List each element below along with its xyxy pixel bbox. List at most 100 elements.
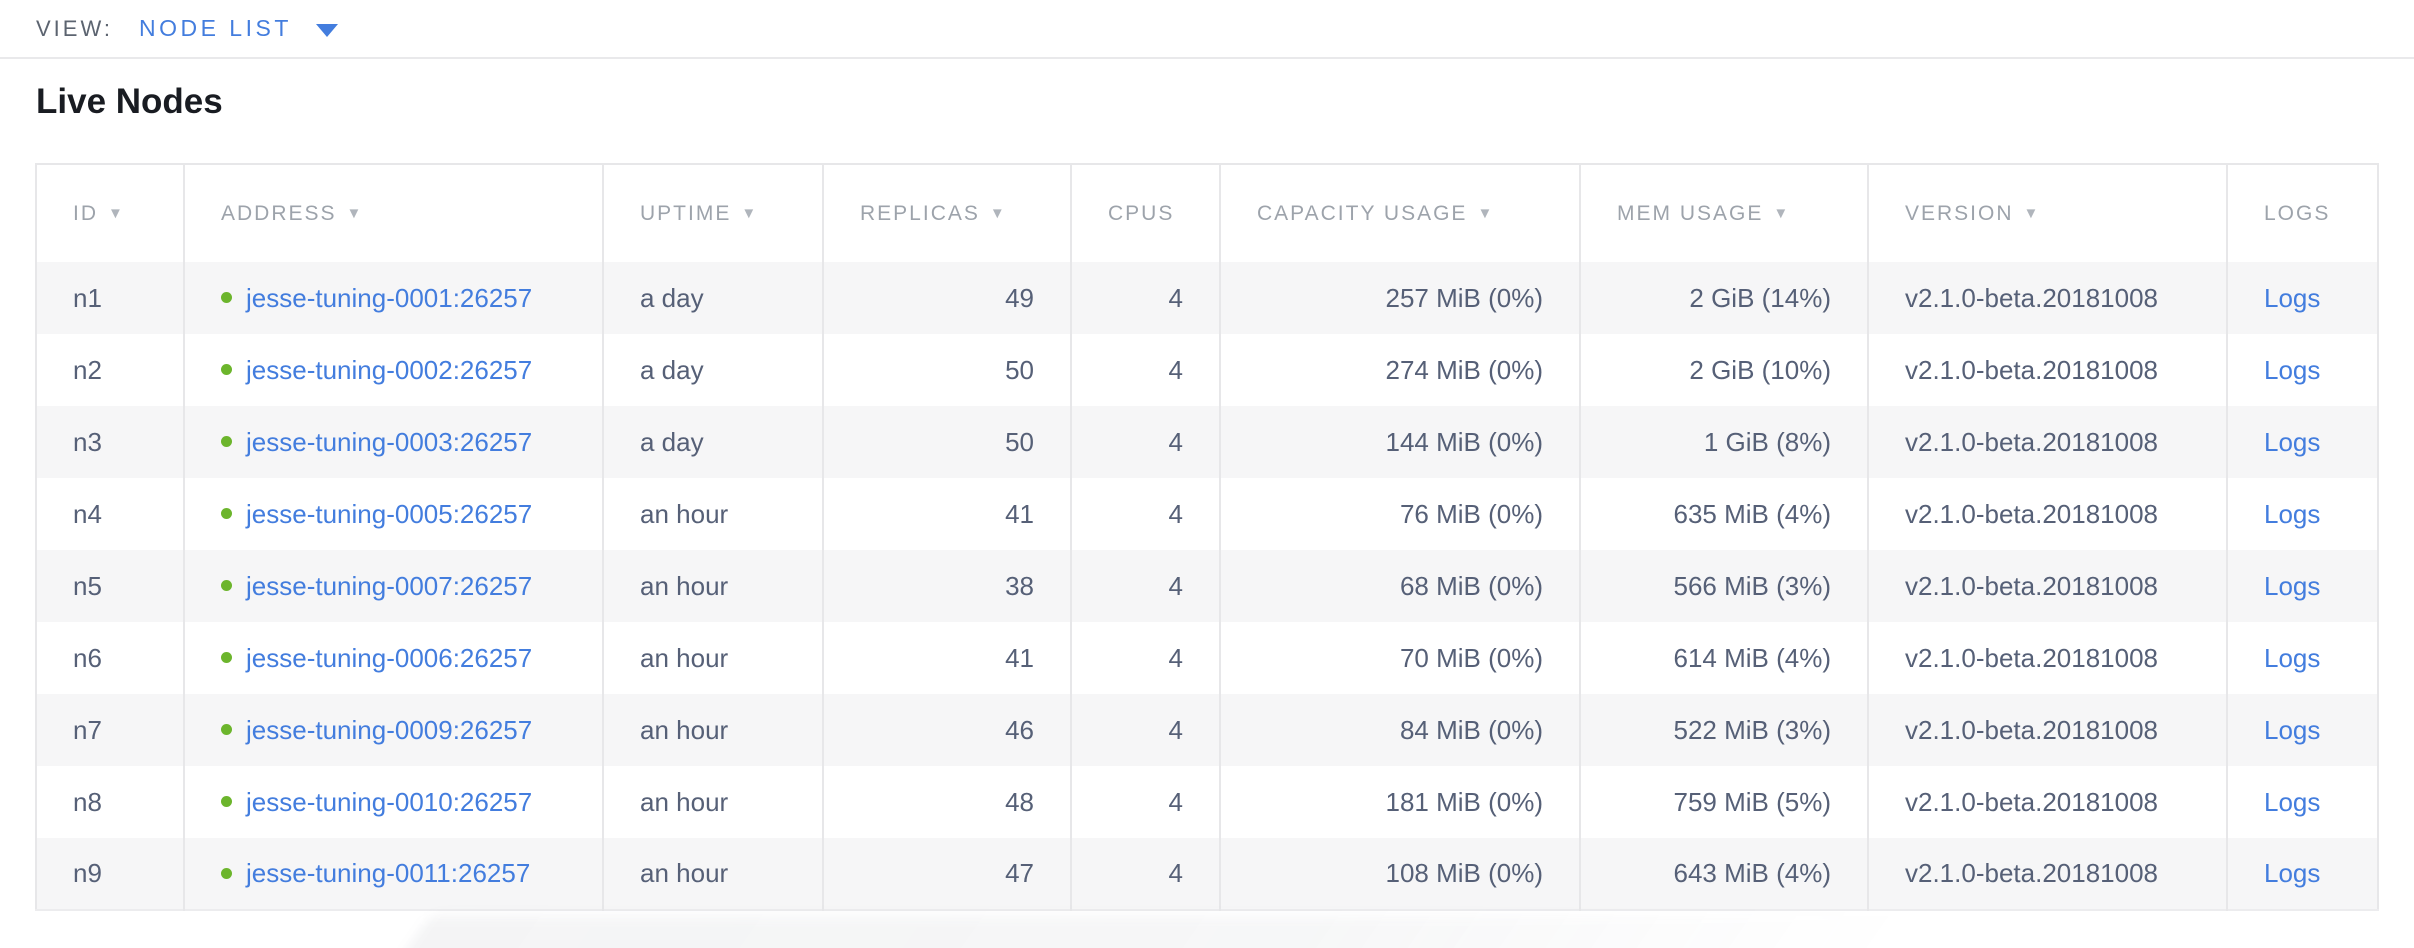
node-address-link[interactable]: jesse-tuning-0009:26257 (246, 715, 532, 745)
column-header-replicas[interactable]: REPLICAS ▼ (823, 164, 1071, 262)
column-header-uptime[interactable]: UPTIME▼ (603, 164, 823, 262)
node-logs-link[interactable]: Logs (2264, 427, 2320, 457)
version-cell: v2.1.0-beta.20181008 (1868, 550, 2227, 622)
capacity-cell: 108 MiB (0%) (1220, 838, 1580, 910)
node-address-link[interactable]: jesse-tuning-0007:26257 (246, 571, 532, 601)
version-cell: v2.1.0-beta.20181008 (1868, 838, 2227, 910)
id-cell: n8 (36, 766, 184, 838)
node-address-link[interactable]: jesse-tuning-0005:26257 (246, 499, 532, 529)
node-status-icon (221, 580, 232, 591)
column-header-capacity[interactable]: CAPACITY USAGE▼ (1220, 164, 1580, 262)
column-header-cpus: CPUS (1071, 164, 1220, 262)
id-cell: n9 (36, 838, 184, 910)
node-logs-link[interactable]: Logs (2264, 787, 2320, 817)
column-header-mem[interactable]: MEM USAGE▼ (1580, 164, 1868, 262)
version-cell: v2.1.0-beta.20181008 (1868, 694, 2227, 766)
column-header-label: ADDRESS (221, 202, 337, 225)
node-logs-link[interactable]: Logs (2264, 643, 2320, 673)
node-status-icon (221, 364, 232, 375)
mem-cell: 566 MiB (3%) (1580, 550, 1868, 622)
table-row: n4jesse-tuning-0005:26257an hour41476 Mi… (36, 478, 2378, 550)
replicas-cell: 48 (823, 766, 1071, 838)
capacity-cell: 274 MiB (0%) (1220, 334, 1580, 406)
node-logs-link[interactable]: Logs (2264, 571, 2320, 601)
cpus-cell: 4 (1071, 334, 1220, 406)
address-cell: jesse-tuning-0005:26257 (184, 478, 603, 550)
node-logs-link[interactable]: Logs (2264, 858, 2320, 888)
column-header-label: VERSION (1905, 202, 2014, 225)
logs-cell: Logs (2227, 262, 2378, 334)
live-nodes-table: ID▼ADDRESS▼UPTIME▼REPLICAS▼CPUSCAPACITY … (35, 163, 2379, 911)
mem-cell: 2 GiB (14%) (1580, 262, 1868, 334)
node-status-icon (221, 652, 232, 663)
node-status-icon (221, 436, 232, 447)
node-address-link[interactable]: jesse-tuning-0010:26257 (246, 787, 532, 817)
sort-arrow-icon: ▼ (108, 205, 125, 222)
logs-cell: Logs (2227, 478, 2378, 550)
node-address-link[interactable]: jesse-tuning-0011:26257 (246, 858, 530, 888)
address-cell: jesse-tuning-0009:26257 (184, 694, 603, 766)
cpus-cell: 4 (1071, 838, 1220, 910)
logs-cell: Logs (2227, 334, 2378, 406)
node-address-link[interactable]: jesse-tuning-0002:26257 (246, 355, 532, 385)
node-status-icon (221, 796, 232, 807)
address-cell: jesse-tuning-0002:26257 (184, 334, 603, 406)
uptime-cell: a day (603, 334, 823, 406)
table-row: n3jesse-tuning-0003:26257a day504144 MiB… (36, 406, 2378, 478)
replicas-cell: 46 (823, 694, 1071, 766)
sort-arrow-icon: ▼ (1477, 205, 1494, 222)
column-header-label: CPUS (1108, 202, 1174, 225)
node-logs-link[interactable]: Logs (2264, 283, 2320, 313)
column-header-id[interactable]: ID ▼ (36, 164, 184, 262)
column-header-label: REPLICAS (860, 202, 980, 225)
replicas-cell: 50 (823, 406, 1071, 478)
mem-cell: 2 GiB (10%) (1580, 334, 1868, 406)
mem-cell: 643 MiB (4%) (1580, 838, 1868, 910)
table-row: n2jesse-tuning-0002:26257a day504274 MiB… (36, 334, 2378, 406)
address-cell: jesse-tuning-0007:26257 (184, 550, 603, 622)
cpus-cell: 4 (1071, 694, 1220, 766)
version-cell: v2.1.0-beta.20181008 (1868, 766, 2227, 838)
address-cell: jesse-tuning-0011:26257 (184, 838, 603, 910)
uptime-cell: an hour (603, 694, 823, 766)
table-body: n1jesse-tuning-0001:26257a day494257 MiB… (36, 262, 2378, 910)
node-logs-link[interactable]: Logs (2264, 715, 2320, 745)
node-address-link[interactable]: jesse-tuning-0006:26257 (246, 643, 532, 673)
replicas-cell: 47 (823, 838, 1071, 910)
address-cell: jesse-tuning-0006:26257 (184, 622, 603, 694)
table-bottom-shadow (381, 916, 2040, 948)
uptime-cell: a day (603, 262, 823, 334)
capacity-cell: 257 MiB (0%) (1220, 262, 1580, 334)
replicas-cell: 41 (823, 478, 1071, 550)
column-header-version[interactable]: VERSION▼ (1868, 164, 2227, 262)
table-row: n5jesse-tuning-0007:26257an hour38468 Mi… (36, 550, 2378, 622)
capacity-cell: 181 MiB (0%) (1220, 766, 1580, 838)
node-address-link[interactable]: jesse-tuning-0001:26257 (246, 283, 532, 313)
uptime-cell: an hour (603, 478, 823, 550)
logs-cell: Logs (2227, 838, 2378, 910)
version-cell: v2.1.0-beta.20181008 (1868, 622, 2227, 694)
replicas-cell: 41 (823, 622, 1071, 694)
capacity-cell: 70 MiB (0%) (1220, 622, 1580, 694)
cpus-cell: 4 (1071, 478, 1220, 550)
view-dropdown-value[interactable]: NODE LIST (139, 15, 292, 42)
view-dropdown[interactable]: NODE LIST (139, 15, 338, 42)
logs-cell: Logs (2227, 406, 2378, 478)
view-bar: VIEW: NODE LIST (0, 0, 2414, 59)
column-header-label: ID (73, 202, 98, 225)
column-header-label: MEM USAGE (1617, 202, 1763, 225)
cpus-cell: 4 (1071, 262, 1220, 334)
node-logs-link[interactable]: Logs (2264, 355, 2320, 385)
sort-arrow-icon: ▼ (990, 205, 1007, 222)
column-header-label: LOGS (2264, 202, 2330, 225)
node-address-link[interactable]: jesse-tuning-0003:26257 (246, 427, 532, 457)
uptime-cell: an hour (603, 766, 823, 838)
node-logs-link[interactable]: Logs (2264, 499, 2320, 529)
version-cell: v2.1.0-beta.20181008 (1868, 478, 2227, 550)
node-status-icon (221, 508, 232, 519)
id-cell: n2 (36, 334, 184, 406)
column-header-address[interactable]: ADDRESS▼ (184, 164, 603, 262)
address-cell: jesse-tuning-0001:26257 (184, 262, 603, 334)
capacity-cell: 76 MiB (0%) (1220, 478, 1580, 550)
capacity-cell: 84 MiB (0%) (1220, 694, 1580, 766)
